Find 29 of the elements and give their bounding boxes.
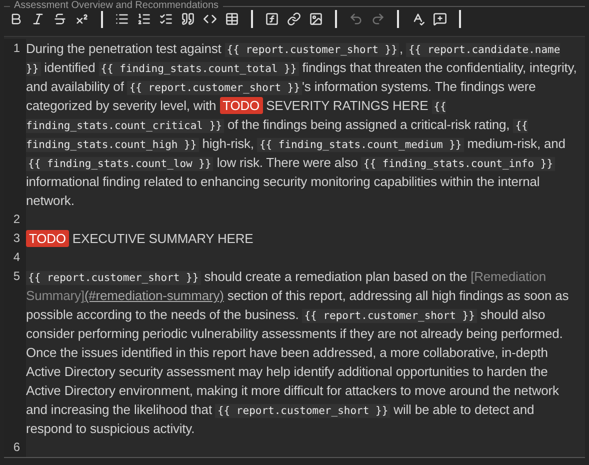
add-comment-icon: [433, 12, 447, 26]
line-number: 4: [4, 248, 26, 267]
link-icon: [287, 12, 301, 26]
checklist-icon: [159, 12, 173, 26]
table-icon: [225, 12, 239, 26]
quote-icon: [181, 12, 195, 26]
line-number: 2: [4, 210, 26, 229]
paragraph: TODO EXECUTIVE SUMMARY HERE: [26, 229, 579, 248]
strikethrough-icon: [53, 12, 67, 26]
editor-area[interactable]: [4, 36, 585, 458]
redo-icon: [371, 12, 385, 26]
paragraph: {{ report.customer_short }} should create a remediation plan based on the [Remediation Summary](#remediation-summary) section of this report, addressing all high findings as soon as possible according to the needs of the business. {{ report.customer_short }} should also consider performing periodic vulnerability assessments if they are not already being performed. Once the issues identified in this report have been addressed, a more collaborative, in-depth Active Directory security assessment may help identify additional opportunities to harden the Active Directory environment, making it more difficult for attackers to move around the network and increasing the likelihood that {{ report.customer_short }} will be able to detect and respond to suspicious activity.: [26, 268, 570, 438]
line-number: 5: [4, 267, 26, 438]
line-number: 1: [4, 39, 26, 210]
link[interactable]: (#remediation-summary): [84, 288, 224, 303]
numbered-list-icon: [137, 12, 151, 26]
panel-title: Assessment Overview and Recommendations: [10, 0, 223, 11]
spellcheck-icon: [411, 12, 425, 26]
italic-icon: [31, 12, 45, 26]
line-number: 6: [4, 438, 26, 457]
bullet-list-icon: [115, 12, 129, 26]
code-icon: [203, 12, 217, 26]
template-icon: [265, 12, 279, 26]
paragraph: During the penetration test against {{ report.customer_short }}, {{ report.candidate.name }} identified {{ finding_stats.count_total }} findings that threaten the confidentiality, integrity, and availability of {{ report.customer_short }}'s information systems. The findings were categorized by severity level, with TODO SEVERITY RATINGS HERE {{ finding_stats.count_critical }} of the findings being assigned a critical-risk rating, {{ finding_stats.count_high }} high-risk, {{ finding_stats.count_medium }} medium-risk, and {{ finding_stats.count_low }} low risk. There were also {{ finding_stats.count_info }} informational finding related to enhancing security monitoring capabilities within the internal network.: [26, 40, 578, 210]
superscript-icon: [75, 12, 89, 26]
image-icon: [309, 12, 323, 26]
line-number: 3: [4, 229, 26, 248]
undo-icon: [349, 12, 363, 26]
bold-icon: [9, 12, 23, 26]
